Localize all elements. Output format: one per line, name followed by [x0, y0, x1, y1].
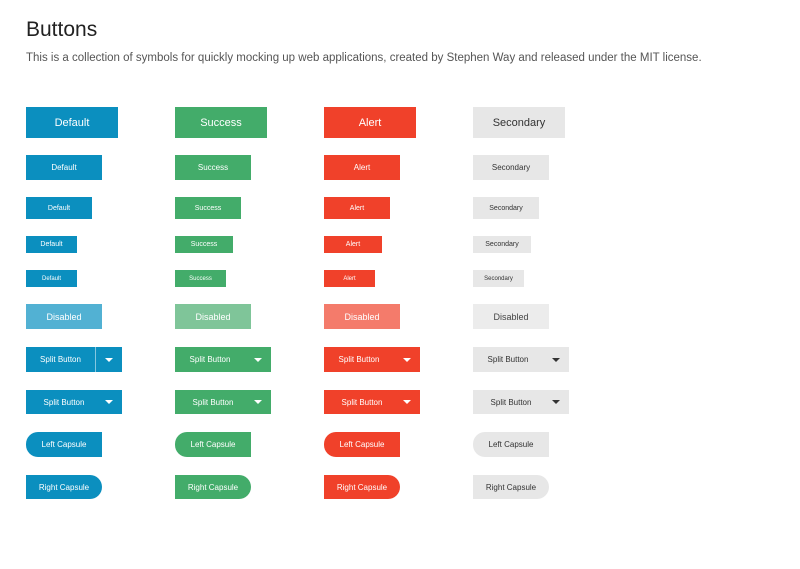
split-button-label: Split Button — [40, 355, 81, 364]
split-button-label: Split Button — [341, 397, 383, 407]
split-button-toggle[interactable] — [245, 390, 271, 414]
caret-down-icon — [254, 357, 262, 362]
caret-down-icon — [403, 357, 411, 362]
default-button-small[interactable]: Default — [26, 197, 92, 219]
alert-button-large[interactable]: Alert — [324, 107, 416, 138]
caret-down-icon — [403, 400, 411, 404]
split-button-toggle[interactable] — [394, 347, 420, 372]
success-button-large[interactable]: Success — [175, 107, 267, 138]
default-button-tiny[interactable]: Default — [26, 236, 77, 253]
success-button-disabled: Disabled — [175, 304, 251, 329]
default-button-medium[interactable]: Default — [26, 155, 102, 180]
split-button-toggle[interactable] — [543, 347, 569, 372]
default-split-button[interactable]: Split Button — [26, 347, 122, 372]
alert-split-button[interactable]: Split Button — [324, 347, 420, 372]
default-left-capsule-button[interactable]: Left Capsule — [26, 432, 102, 457]
split-button-toggle[interactable] — [543, 390, 569, 414]
secondary-split-button[interactable]: Split Button — [473, 347, 569, 372]
alert-button-disabled: Disabled — [324, 304, 400, 329]
success-right-capsule-button[interactable]: Right Capsule — [175, 475, 251, 499]
default-button-disabled: Disabled — [26, 304, 102, 329]
default-button-mini[interactable]: Default — [26, 270, 77, 287]
success-button-small[interactable]: Success — [175, 197, 241, 219]
alert-button-small[interactable]: Alert — [324, 197, 390, 219]
alert-right-capsule-button[interactable]: Right Capsule — [324, 475, 400, 499]
success-left-capsule-button[interactable]: Left Capsule — [175, 432, 251, 457]
page-title: Buttons — [26, 18, 98, 41]
split-button-label: Split Button — [490, 397, 532, 407]
alert-button-tiny[interactable]: Alert — [324, 236, 382, 253]
split-button-toggle[interactable] — [96, 390, 122, 414]
secondary-button-large[interactable]: Secondary — [473, 107, 565, 138]
secondary-button-medium[interactable]: Secondary — [473, 155, 549, 180]
secondary-button-mini[interactable]: Secondary — [473, 270, 524, 287]
split-button-label: Split Button — [43, 397, 85, 407]
success-split-button-plain[interactable]: Split Button — [175, 390, 271, 414]
split-button-label: Split Button — [338, 355, 380, 364]
secondary-right-capsule-button[interactable]: Right Capsule — [473, 475, 549, 499]
caret-down-icon — [105, 400, 113, 404]
secondary-split-button-plain[interactable]: Split Button — [473, 390, 569, 414]
success-button-mini[interactable]: Success — [175, 270, 226, 287]
alert-split-button-plain[interactable]: Split Button — [324, 390, 420, 414]
secondary-button-disabled: Disabled — [473, 304, 549, 329]
alert-button-mini[interactable]: Alert — [324, 270, 375, 287]
split-button-label: Split Button — [487, 355, 529, 364]
alert-button-medium[interactable]: Alert — [324, 155, 400, 180]
split-button-toggle[interactable] — [394, 390, 420, 414]
default-split-button-plain[interactable]: Split Button — [26, 390, 122, 414]
caret-down-icon — [552, 400, 560, 404]
page-subtitle: This is a collection of symbols for quic… — [26, 52, 702, 64]
success-button-medium[interactable]: Success — [175, 155, 251, 180]
caret-down-icon — [105, 357, 113, 362]
default-button-large[interactable]: Default — [26, 107, 118, 138]
caret-down-icon — [552, 357, 560, 362]
split-button-toggle[interactable] — [245, 347, 271, 372]
split-button-toggle[interactable] — [95, 347, 122, 372]
caret-down-icon — [254, 400, 262, 404]
success-button-tiny[interactable]: Success — [175, 236, 233, 253]
alert-left-capsule-button[interactable]: Left Capsule — [324, 432, 400, 457]
split-button-label: Split Button — [192, 397, 234, 407]
default-right-capsule-button[interactable]: Right Capsule — [26, 475, 102, 499]
split-button-label: Split Button — [189, 355, 231, 364]
secondary-button-tiny[interactable]: Secondary — [473, 236, 531, 253]
success-split-button[interactable]: Split Button — [175, 347, 271, 372]
secondary-button-small[interactable]: Secondary — [473, 197, 539, 219]
secondary-left-capsule-button[interactable]: Left Capsule — [473, 432, 549, 457]
